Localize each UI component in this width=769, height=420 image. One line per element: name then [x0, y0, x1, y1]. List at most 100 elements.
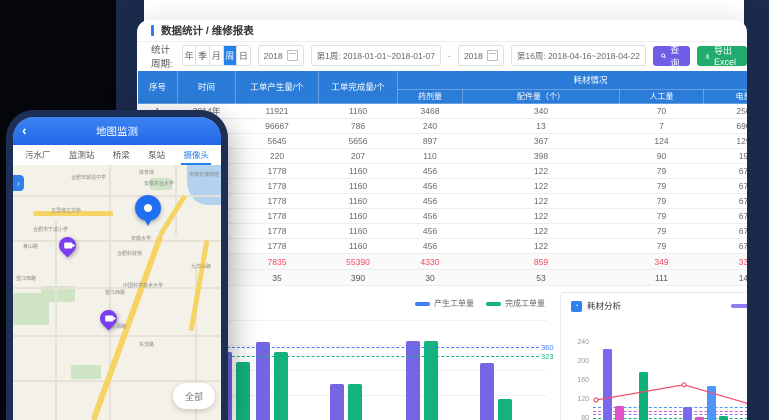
- bar-产生工单量: [406, 341, 420, 420]
- table-cell: 122: [463, 194, 620, 209]
- table-cell: 110: [398, 149, 463, 164]
- legend-item: 产生工单量: [415, 298, 474, 309]
- period-label: 统计周期:: [151, 42, 175, 70]
- export-button-label: 导出Excel: [714, 44, 739, 67]
- period-option-周[interactable]: 周: [224, 46, 238, 65]
- sub-column-header: 配件量（个）: [463, 90, 620, 104]
- map-highway: [189, 240, 210, 331]
- column-header: 工单完成量/个: [319, 71, 398, 104]
- table-cell: 5656: [319, 134, 398, 149]
- table-cell: 79: [620, 239, 704, 254]
- map-label: 合肥市琥珀中学: [71, 174, 106, 181]
- legend-swatch: [415, 302, 430, 306]
- table-row: 177811604561227967: [138, 239, 748, 254]
- reference-label: 323: [541, 352, 554, 361]
- phone-tab-污水厂[interactable]: 污水厂: [25, 149, 51, 161]
- year-to-select[interactable]: 2018: [458, 45, 504, 66]
- charts-section: 产生工单量完成工单量 360323 ◔ 耗材分析 240200160120804…: [137, 280, 747, 420]
- table-cell: 1778: [236, 239, 319, 254]
- legend-label: 产生工单量: [434, 298, 474, 309]
- phone-tab-监测站[interactable]: 监测站: [69, 149, 95, 161]
- phone-tab-桥梁[interactable]: 桥梁: [113, 149, 130, 161]
- table-cell: 7: [620, 119, 704, 134]
- selected-camera-marker[interactable]: [135, 195, 161, 221]
- map-highway: [158, 194, 187, 237]
- period-option-年[interactable]: 年: [183, 46, 197, 65]
- map-expander-button[interactable]: ›: [13, 175, 24, 191]
- phone-page-title: 地图监测: [96, 124, 138, 139]
- table-cell: 79: [620, 209, 704, 224]
- phone-tab-泵站[interactable]: 泵站: [148, 149, 165, 161]
- map-label: 东流路: [139, 341, 154, 348]
- period-option-季[interactable]: 季: [196, 46, 210, 65]
- table-cell: 1778: [236, 224, 319, 239]
- week-from-select[interactable]: 第1周: 2018-01-01~2018-01-07: [311, 45, 441, 66]
- map-label: 合肥科技馆: [117, 250, 142, 257]
- table-cell: 1778: [236, 209, 319, 224]
- table-cell: 250: [704, 104, 748, 119]
- table-cell: 456: [398, 164, 463, 179]
- map-highway: [91, 235, 164, 420]
- reference-label: 360: [541, 343, 554, 352]
- table-cell: 1778: [236, 179, 319, 194]
- table-row: 56455656897367124129: [138, 134, 748, 149]
- map-view[interactable]: › 全部 合肥市琥珀中学体育场安徽农业大学安徽省博物馆五里墩立交桥合肥市宁溪小学…: [13, 165, 221, 420]
- year-from-value: 2018: [264, 51, 283, 61]
- table-cell: 67: [704, 209, 748, 224]
- legend-item: 完成工单量: [486, 298, 545, 309]
- total-cell: 349: [620, 254, 704, 270]
- table-cell: 122: [463, 239, 620, 254]
- map-label: 中国科学技术大学: [123, 282, 163, 289]
- year-to-value: 2018: [464, 51, 483, 61]
- table-cell: 207: [319, 149, 398, 164]
- table-cell: 456: [398, 209, 463, 224]
- table-cell: 79: [620, 179, 704, 194]
- table-row: 12014年119211160346834070250: [138, 104, 748, 119]
- table-cell: 1160: [319, 224, 398, 239]
- marker-dot: [144, 204, 152, 212]
- phone-app-header: ‹ 地图监测: [13, 117, 221, 145]
- breadcrumb: 数据统计 / 维修报表: [161, 23, 254, 38]
- map-park: [71, 365, 101, 379]
- period-option-日[interactable]: 日: [237, 46, 250, 65]
- export-excel-button[interactable]: 导出Excel: [697, 46, 747, 66]
- consumables-plot: 2402001601208040: [561, 293, 747, 420]
- week-to-select[interactable]: 第16周: 2018-04-16~2018-04-22: [511, 45, 646, 66]
- map-label: 安徽农业大学: [144, 180, 174, 187]
- camera-icon: [64, 243, 72, 249]
- map-label: 黄山路: [23, 243, 38, 250]
- table-cell: 122: [463, 209, 620, 224]
- week-from-value: 第1周: 2018-01-01~2018-01-07: [317, 50, 435, 62]
- camera-pin[interactable]: [55, 233, 79, 257]
- bar-产生工单量: [256, 342, 270, 420]
- table-row: 2202071103989019: [138, 149, 748, 164]
- dashboard-window: 数据统计 / 维修报表 统计周期: 年季月周日 2018 第1周: 2018-0…: [137, 20, 747, 420]
- map-road: [55, 220, 57, 420]
- stage: 数据统计 / 维修报表 统计周期: 年季月周日 2018 第1周: 2018-0…: [0, 0, 769, 420]
- report-table: 序号时间工单产生量/个工单完成量/个耗材情况药剂量配件量（个）人工量电量1201…: [137, 71, 747, 286]
- bar-完成工单量: [348, 384, 362, 420]
- map-road: [13, 335, 221, 337]
- back-chevron-icon[interactable]: ‹: [22, 121, 27, 139]
- total-cell: 33: [704, 254, 748, 270]
- table-cell: 90: [620, 149, 704, 164]
- table-row: 177811604561227967: [138, 224, 748, 239]
- phone-tab-摄像头[interactable]: 摄像头: [183, 149, 209, 161]
- total-cell: 55390: [319, 254, 398, 270]
- table-cell: 1160: [319, 194, 398, 209]
- map-road: [13, 240, 221, 242]
- query-button[interactable]: 查询: [653, 46, 690, 66]
- period-option-月[interactable]: 月: [210, 46, 224, 65]
- trend-line: [561, 293, 747, 420]
- year-from-select[interactable]: 2018: [258, 45, 304, 66]
- total-cell: 859: [463, 254, 620, 270]
- range-separator: -: [448, 51, 451, 61]
- all-filter-button[interactable]: 全部: [173, 383, 215, 409]
- search-icon: [661, 52, 666, 60]
- table-cell: 240: [398, 119, 463, 134]
- table-cell: 79: [620, 164, 704, 179]
- calendar-icon: [287, 50, 298, 61]
- group-header-consumables: 耗材情况: [398, 71, 748, 90]
- map-road: [13, 380, 221, 382]
- table-cell: 79: [620, 224, 704, 239]
